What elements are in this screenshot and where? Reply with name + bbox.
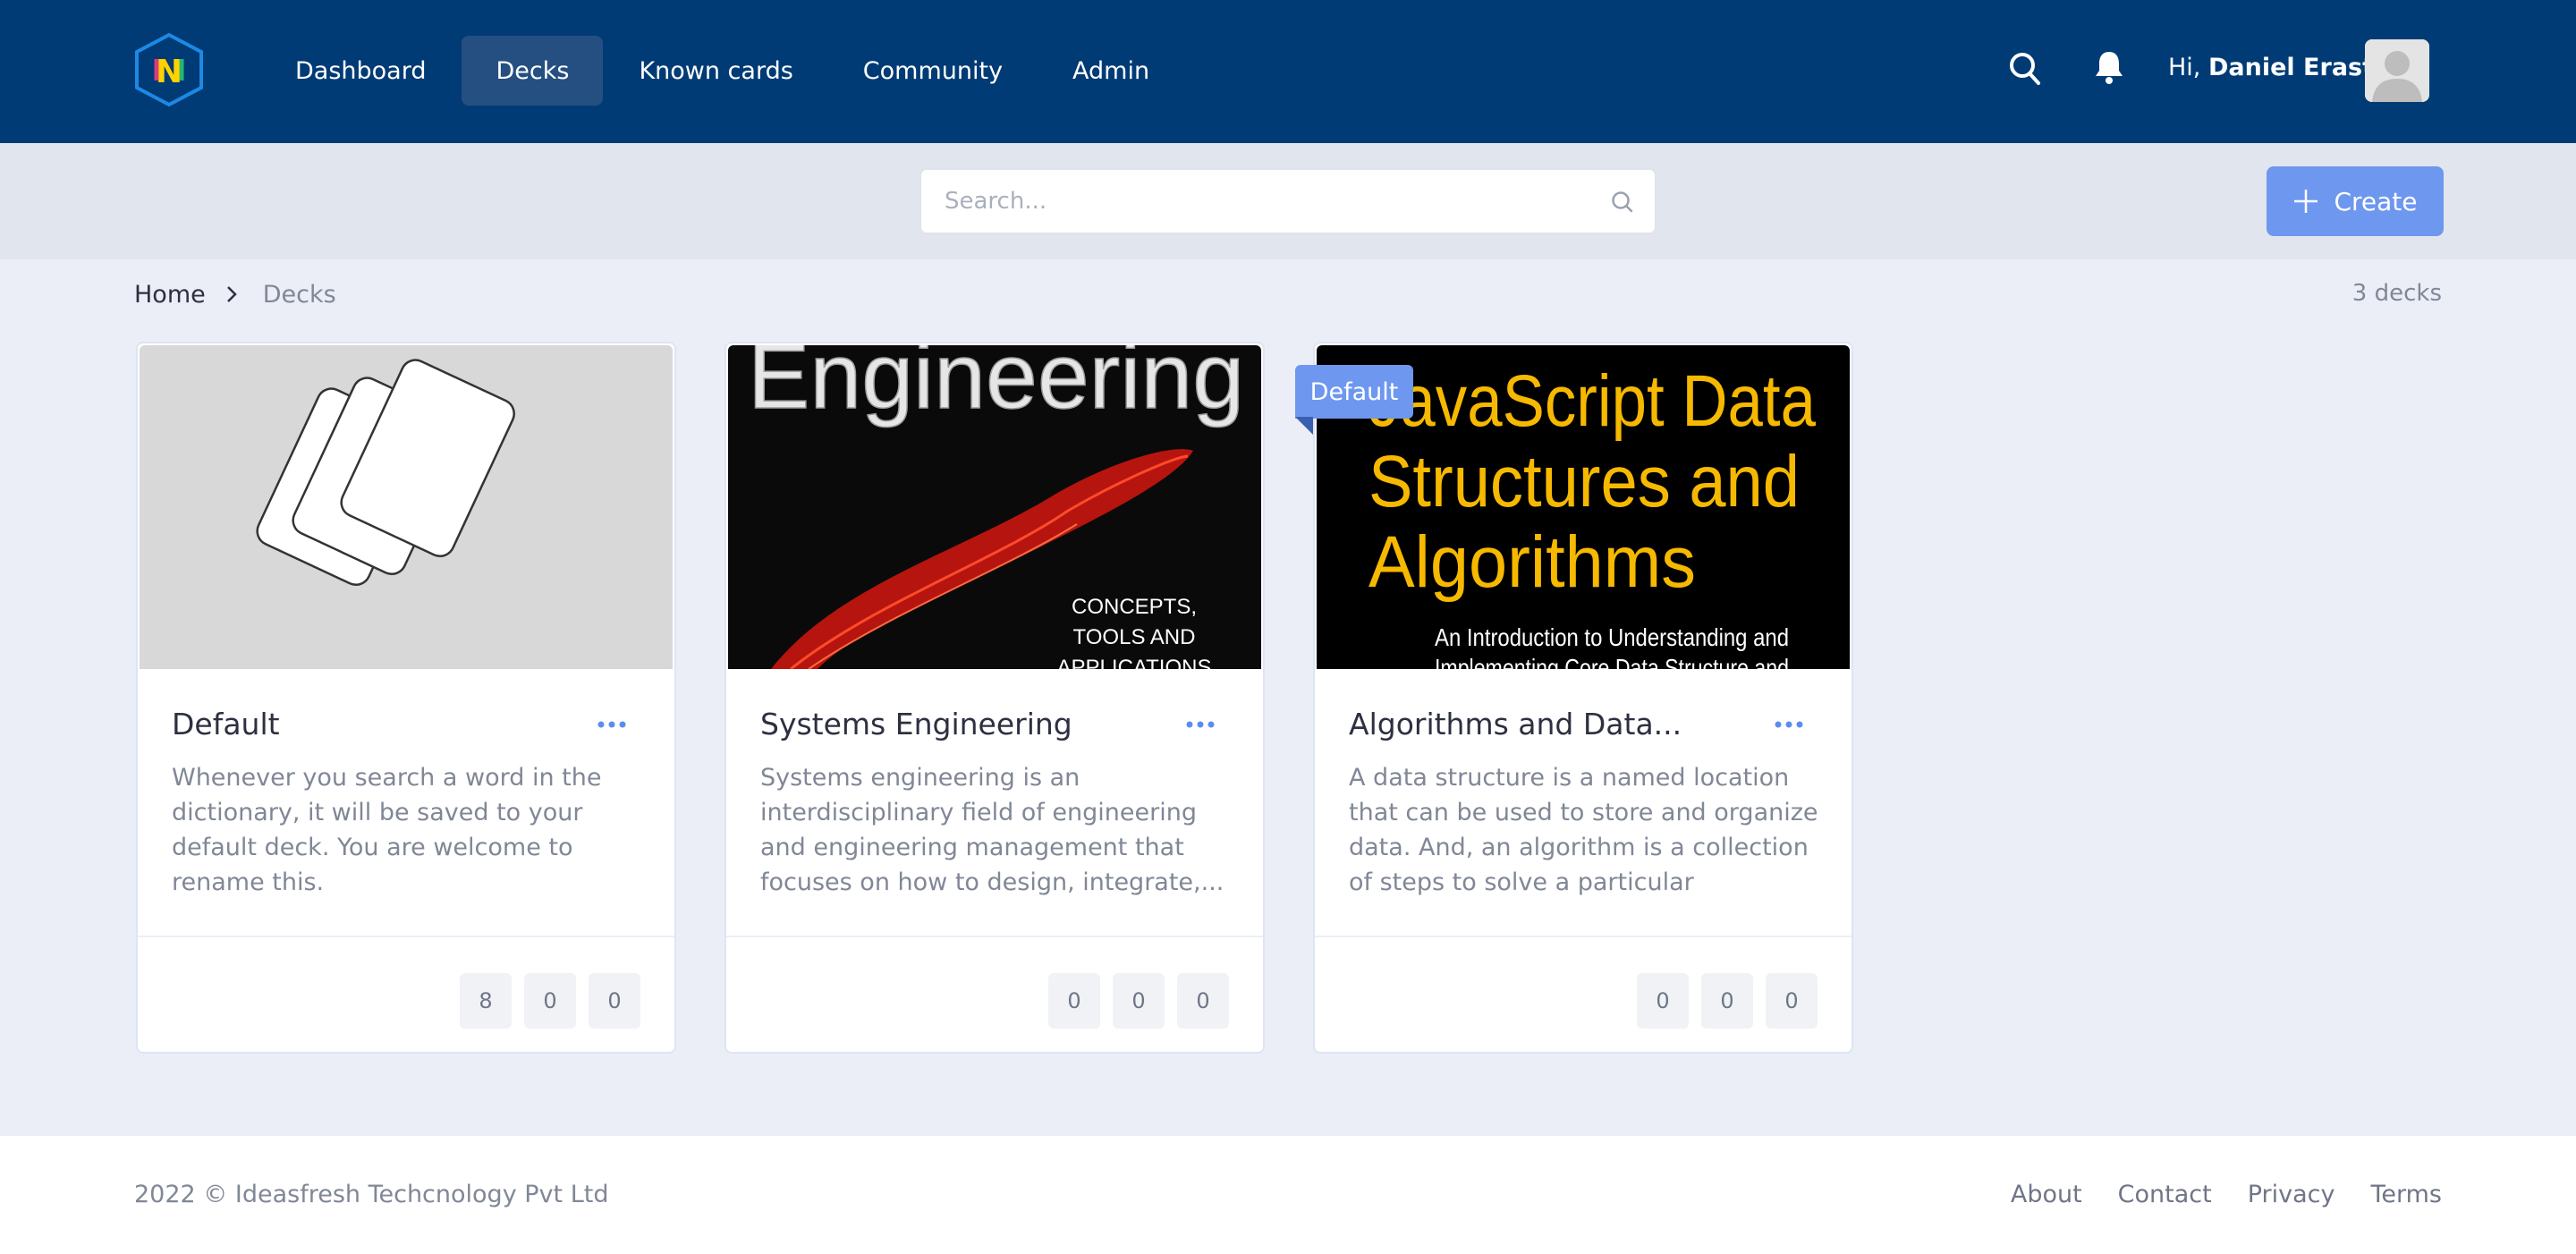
user-name[interactable]: Daniel Erast	[2208, 54, 2374, 81]
copyright: 2022 © Ideasfresh Techcnology Pvt Ltd	[134, 1181, 609, 1208]
cover-title: Structures and	[1368, 441, 1800, 522]
footer-link-about[interactable]: About	[2011, 1181, 2082, 1208]
stat-badge: 0	[1701, 973, 1753, 1029]
nav-admin[interactable]: Admin	[1038, 36, 1183, 106]
deck-stats: 0 0 0	[1624, 973, 1818, 1029]
deck-title[interactable]: Systems Engineering	[760, 707, 1154, 741]
stat-badge: 0	[1177, 973, 1229, 1029]
breadcrumb-home[interactable]: Home	[134, 281, 206, 309]
footer-link-contact[interactable]: Contact	[2118, 1181, 2212, 1208]
search-icon[interactable]	[1610, 190, 1635, 215]
search-input[interactable]	[945, 170, 1589, 233]
stat-badge: 0	[1113, 973, 1165, 1029]
deck-card[interactable]: Engineering CONCEPTS, TOOLS AND APPLICAT…	[724, 342, 1265, 1054]
create-button[interactable]: Create	[2267, 166, 2444, 236]
cover-subtitle: APPLICATIONS	[1057, 656, 1212, 669]
deck-description: Whenever you search a word in the dictio…	[172, 764, 602, 896]
default-badge: Default	[1295, 365, 1413, 419]
breadcrumb-current: Decks	[262, 280, 336, 309]
cover-subtitle: CONCEPTS,	[1072, 595, 1197, 619]
greeting-prefix: Hi,	[2168, 54, 2201, 81]
more-options-icon[interactable]	[1184, 719, 1216, 730]
cover-title: JavaScript Data	[1368, 360, 1816, 442]
top-navbar: N Dashboard Decks Known cards Community …	[0, 0, 2576, 143]
stat-badge: 8	[460, 973, 512, 1029]
stat-badge: 0	[1637, 973, 1689, 1029]
cover-title: Algorithms	[1368, 521, 1696, 603]
plus-icon	[2294, 190, 2318, 213]
footer: 2022 © Ideasfresh Techcnology Pvt Ltd Ab…	[0, 1136, 2576, 1254]
stat-badge: 0	[1048, 973, 1100, 1029]
avatar[interactable]	[2365, 39, 2429, 102]
cover-subtitle: TOOLS AND	[1073, 625, 1196, 649]
deck-card[interactable]: Default Whenever you search a word in th…	[136, 342, 676, 1054]
footer-link-privacy[interactable]: Privacy	[2248, 1181, 2335, 1208]
more-options-icon[interactable]	[596, 719, 628, 730]
deck-title[interactable]: Default	[172, 707, 565, 741]
cover-subtitle: Implementing Core Data Structure and	[1435, 654, 1789, 669]
stat-badge: 0	[1766, 973, 1818, 1029]
cover-title: Engineering	[748, 345, 1244, 428]
nav-known-cards[interactable]: Known cards	[605, 36, 826, 106]
card-divider	[138, 936, 674, 937]
deck-stats: 0 0 0	[1036, 973, 1229, 1029]
logo-letter: N	[156, 54, 182, 90]
breadcrumb: Home Decks	[134, 279, 336, 309]
user-greeting: Hi, Daniel Erast	[2168, 54, 2374, 81]
search-box	[919, 168, 1657, 234]
footer-link-terms[interactable]: Terms	[2370, 1181, 2442, 1208]
create-label: Create	[2334, 186, 2418, 216]
deck-cover[interactable]: Engineering CONCEPTS, TOOLS AND APPLICAT…	[728, 345, 1261, 669]
toolbar: Create	[0, 143, 2576, 259]
card-divider	[726, 936, 1263, 937]
nav-community[interactable]: Community	[829, 36, 1037, 106]
bell-icon[interactable]	[2093, 48, 2125, 86]
badge-fold	[1295, 417, 1313, 435]
deck-title[interactable]: Algorithms and Data...	[1349, 707, 1742, 741]
deck-stats: 8 0 0	[447, 973, 640, 1029]
stat-badge: 0	[589, 973, 640, 1029]
search-icon[interactable]	[2007, 50, 2043, 88]
footer-links: About Contact Privacy Terms	[1975, 1181, 2442, 1208]
more-options-icon[interactable]	[1773, 719, 1805, 730]
book-cover-image: Engineering CONCEPTS, TOOLS AND APPLICAT…	[747, 345, 1245, 669]
main-nav: Dashboard Decks Known cards Community Ad…	[261, 36, 1185, 106]
avatar-placeholder-icon	[2365, 39, 2429, 102]
nav-decks[interactable]: Decks	[462, 36, 604, 106]
cards-stack-icon	[256, 359, 515, 586]
stat-badge: 0	[524, 973, 576, 1029]
deck-cover[interactable]	[140, 345, 673, 669]
cover-subtitle: An Introduction to Understanding and	[1435, 623, 1789, 651]
chevron-right-icon	[225, 284, 238, 304]
card-divider	[1315, 936, 1852, 937]
deck-card[interactable]: JavaScript Data Structures and Algorithm…	[1313, 342, 1853, 1054]
deck-description: A data structure is a named location tha…	[1349, 764, 1818, 896]
deck-count: 3 decks	[2351, 280, 2442, 307]
app-logo[interactable]: N	[132, 32, 206, 107]
nav-dashboard[interactable]: Dashboard	[261, 36, 460, 106]
deck-description: Systems engineering is an interdisciplin…	[760, 764, 1224, 896]
